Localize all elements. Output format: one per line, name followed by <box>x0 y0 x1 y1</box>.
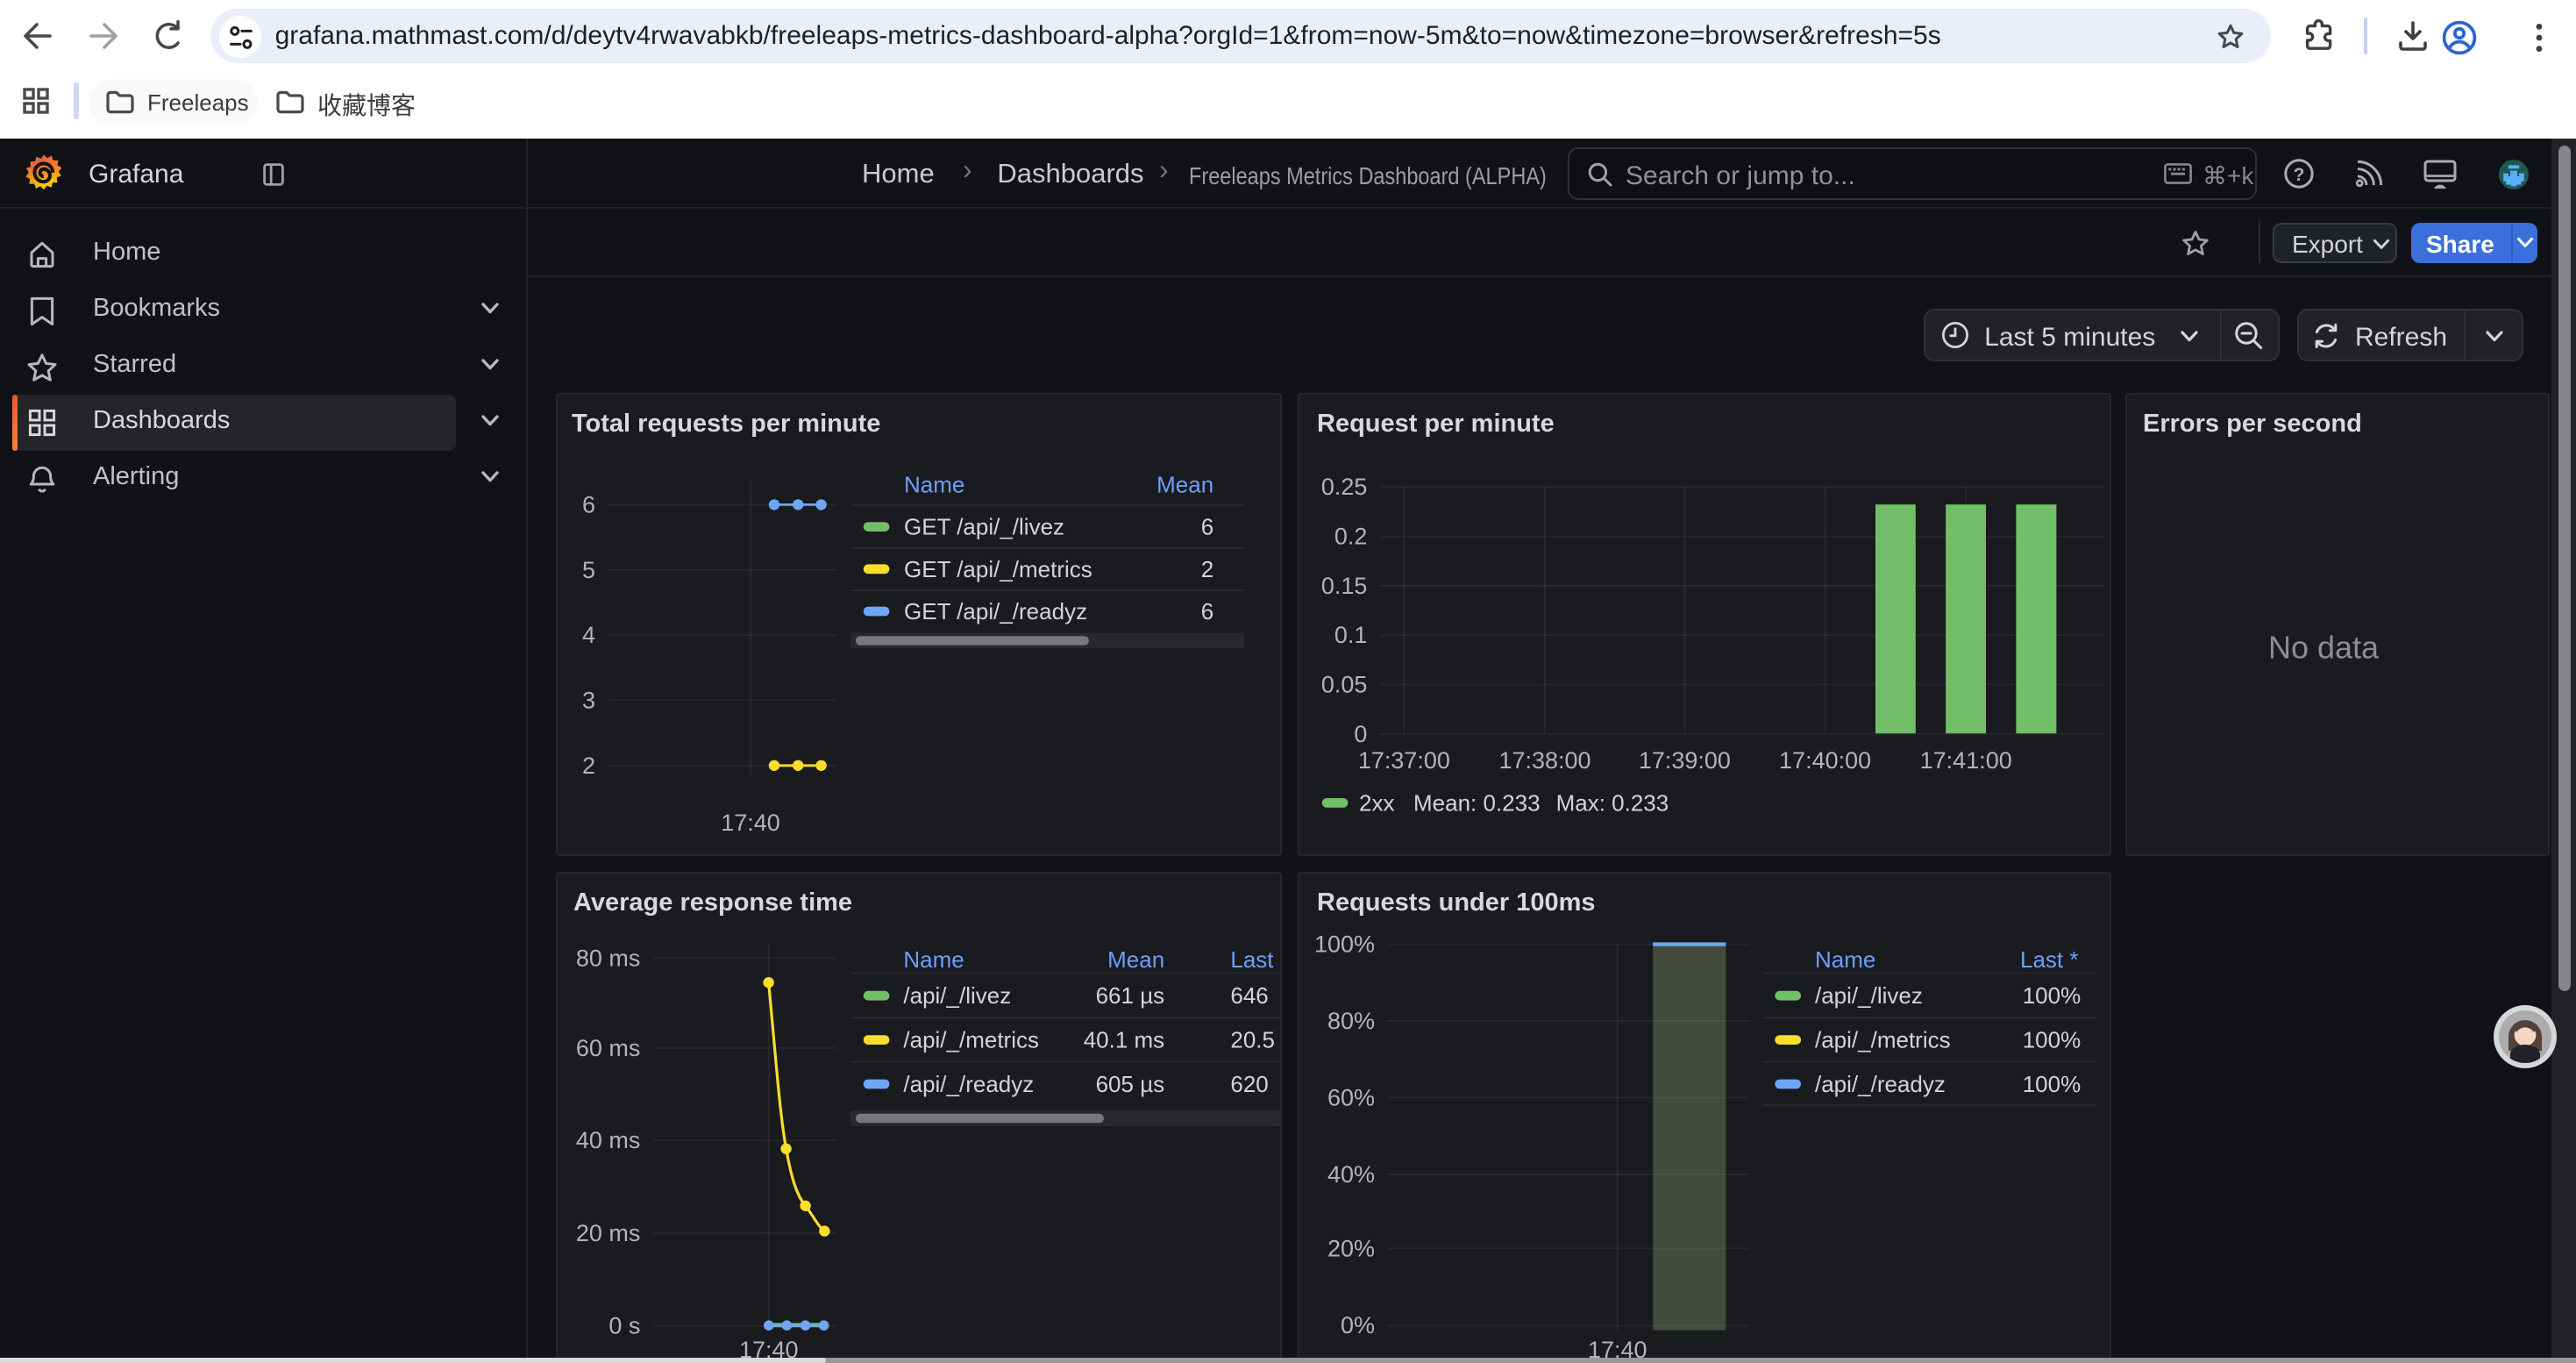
svg-text:/api/_/readyz: /api/_/readyz <box>903 1071 1034 1097</box>
svg-text:620: 620 <box>1230 1071 1268 1097</box>
svg-text:Total requests per minute: Total requests per minute <box>572 410 880 438</box>
svg-text:0%: 0% <box>1341 1312 1375 1338</box>
svg-text:Name: Name <box>1815 946 1875 973</box>
svg-text:17:38:00: 17:38:00 <box>1498 747 1590 774</box>
svg-text:661 µs: 661 µs <box>1096 982 1165 1009</box>
svg-text:646: 646 <box>1230 982 1268 1009</box>
svg-text:2xx: 2xx <box>1359 789 1394 816</box>
svg-text:40 ms: 40 ms <box>576 1127 641 1153</box>
svg-text:/api/_/livez: /api/_/livez <box>1815 982 1923 1009</box>
svg-text:80%: 80% <box>1327 1008 1375 1034</box>
svg-text:60 ms: 60 ms <box>576 1035 641 1061</box>
svg-text:GET /api/_/metrics: GET /api/_/metrics <box>904 556 1092 582</box>
svg-text:6: 6 <box>1201 514 1213 540</box>
svg-text:17:40: 17:40 <box>721 810 780 836</box>
svg-text:40%: 40% <box>1327 1161 1375 1188</box>
svg-text:17:40:00: 17:40:00 <box>1779 747 1871 774</box>
svg-text:5: 5 <box>582 557 595 583</box>
svg-text:20 ms: 20 ms <box>576 1220 641 1246</box>
svg-text:Errors per second: Errors per second <box>2143 410 2362 438</box>
svg-text:4: 4 <box>582 622 595 648</box>
svg-text:6: 6 <box>1201 598 1213 624</box>
svg-text:17:41:00: 17:41:00 <box>1920 747 2012 774</box>
svg-text:0.05: 0.05 <box>1321 671 1368 697</box>
svg-text:0.15: 0.15 <box>1321 573 1368 599</box>
svg-text:2: 2 <box>1201 556 1213 582</box>
svg-text:GET /api/_/readyz: GET /api/_/readyz <box>904 598 1087 624</box>
svg-text:Name: Name <box>903 946 964 973</box>
svg-text:100%: 100% <box>2023 1027 2081 1053</box>
svg-text:2: 2 <box>582 753 595 779</box>
svg-text:6: 6 <box>582 491 595 517</box>
svg-text:Average response time: Average response time <box>573 888 852 917</box>
svg-text:80 ms: 80 ms <box>576 945 641 971</box>
svg-text:0.2: 0.2 <box>1334 524 1368 550</box>
svg-text:Max: 0.233: Max: 0.233 <box>1556 789 1669 816</box>
svg-text:Mean: Mean <box>1156 471 1213 497</box>
svg-text:Mean: 0.233: Mean: 0.233 <box>1413 789 1541 816</box>
svg-text:/api/_/metrics: /api/_/metrics <box>903 1027 1039 1053</box>
svg-text:Name: Name <box>904 471 964 497</box>
svg-text:3: 3 <box>582 687 595 713</box>
svg-text:0: 0 <box>1354 721 1367 747</box>
svg-text:40.1 ms: 40.1 ms <box>1084 1027 1165 1053</box>
svg-text:?: ? <box>2294 165 2305 185</box>
svg-text:605 µs: 605 µs <box>1096 1071 1165 1097</box>
svg-text:0.1: 0.1 <box>1334 622 1368 648</box>
svg-text:Requests under 100ms: Requests under 100ms <box>1317 888 1596 917</box>
svg-text:Mean: Mean <box>1107 946 1164 973</box>
svg-text:Last *: Last * <box>2020 946 2079 973</box>
svg-text:60%: 60% <box>1327 1084 1375 1110</box>
svg-text:20%: 20% <box>1327 1235 1375 1261</box>
svg-text:/api/_/readyz: /api/_/readyz <box>1815 1071 1946 1097</box>
svg-text:0 s: 0 s <box>608 1312 640 1338</box>
svg-text:No data: No data <box>2268 630 2380 666</box>
svg-text:17:37:00: 17:37:00 <box>1358 747 1450 774</box>
svg-text:/api/_/livez: /api/_/livez <box>903 982 1011 1009</box>
svg-text:0.25: 0.25 <box>1321 474 1368 500</box>
svg-text:Request per minute: Request per minute <box>1317 410 1555 438</box>
svg-text:17:39:00: 17:39:00 <box>1639 747 1731 774</box>
svg-text:/api/_/metrics: /api/_/metrics <box>1815 1027 1951 1053</box>
svg-text:100%: 100% <box>1314 931 1375 958</box>
svg-text:100%: 100% <box>2023 1071 2081 1097</box>
svg-text:20.5 r: 20.5 r <box>1230 1027 1281 1053</box>
svg-text:100%: 100% <box>2023 982 2081 1009</box>
svg-text:Last *: Last * <box>1230 946 1281 973</box>
svg-text:GET /api/_/livez: GET /api/_/livez <box>904 514 1064 540</box>
